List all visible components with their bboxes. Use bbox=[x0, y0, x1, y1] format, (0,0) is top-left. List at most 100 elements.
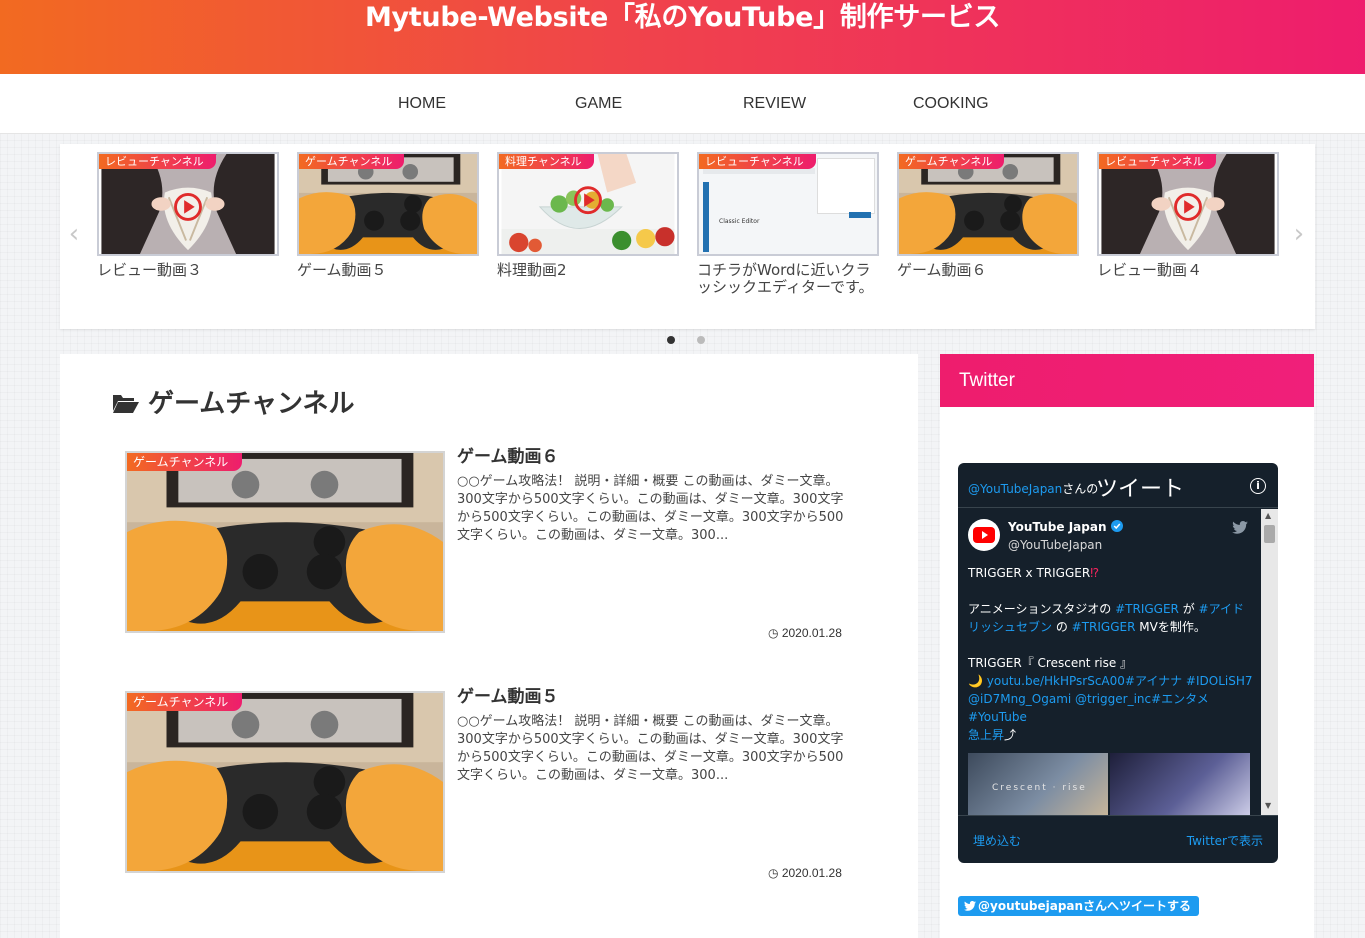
post-excerpt: ○○ゲーム攻略法！ 説明・詳細・概要 この動画は、ダミー文章。300文字から50… bbox=[457, 714, 844, 783]
slide-title[interactable]: ゲーム動画６ bbox=[897, 262, 1079, 279]
slide-thumbnail[interactable]: レビューチャンネル Classic Editor bbox=[697, 152, 879, 256]
carousel-slide[interactable]: 料理チャンネル 料理動画2 bbox=[497, 152, 679, 279]
carousel-slide[interactable]: ゲームチャンネル ゲーム動画５ bbox=[297, 152, 479, 279]
hashtag-link[interactable]: #TRIGGER bbox=[1115, 602, 1179, 616]
author-name-text[interactable]: YouTube Japan bbox=[1008, 520, 1106, 534]
category-label[interactable]: レビューチャンネル bbox=[99, 154, 216, 169]
slide-thumbnail[interactable]: ゲームチャンネル bbox=[897, 152, 1079, 256]
tweet-text: TRIGGER x TRIGGER bbox=[968, 566, 1091, 580]
category-label[interactable]: 料理チャンネル bbox=[499, 154, 594, 169]
tweet-line: アニメーションスタジオの #TRIGGER が #アイドリッシュセブン の #T… bbox=[968, 600, 1253, 636]
tweet-media-left[interactable]: Crescent · rise bbox=[968, 753, 1108, 815]
slide-thumbnail[interactable]: ゲームチャンネル bbox=[297, 152, 479, 256]
slide-title[interactable]: コチラがWordに近いクラッシックエディターです。 bbox=[697, 262, 879, 296]
tweet-links[interactable]: youtu.be/HkHPsrScA00#アイナナ #IDOLiSH7 @iD7… bbox=[968, 674, 1253, 724]
twitter-bird-icon[interactable] bbox=[1232, 521, 1248, 534]
archive-main: ゲームチャンネル ゲームチャンネル ゲーム動画６ ○○ゲーム攻略法！ 説明・詳細… bbox=[60, 354, 918, 938]
timeline-heading: ツイート bbox=[1096, 477, 1185, 502]
hashtag-link[interactable]: #TRIGGER bbox=[1072, 620, 1136, 634]
editor-panel bbox=[817, 158, 875, 214]
tweet-to-button[interactable]: @youtubejapanさんへツイートする bbox=[958, 896, 1200, 916]
nav-item-home[interactable]: HOME bbox=[398, 94, 446, 114]
slide-title[interactable]: レビュー動画４ bbox=[1097, 262, 1279, 279]
timeline-footer: 埋め込む Twitterで表示 bbox=[958, 815, 1278, 863]
tweet-media-right[interactable] bbox=[1110, 753, 1250, 815]
post-date: ◷ 2020.01.28 bbox=[768, 866, 842, 880]
slide-thumbnail[interactable]: 料理チャンネル bbox=[497, 152, 679, 256]
post-title[interactable]: ゲーム動画６ bbox=[457, 446, 559, 468]
slide-thumbnail[interactable]: レビューチャンネル bbox=[1097, 152, 1279, 256]
editor-sidebar bbox=[703, 182, 709, 252]
avatar[interactable] bbox=[968, 519, 1000, 551]
tweet-author-name[interactable]: YouTube Japan bbox=[1008, 520, 1123, 534]
slide-title[interactable]: 料理動画2 bbox=[497, 262, 679, 279]
slide-title[interactable]: レビュー動画３ bbox=[97, 262, 279, 279]
carousel-prev-icon[interactable]: ‹ bbox=[64, 221, 84, 247]
category-label[interactable]: レビューチャンネル bbox=[699, 154, 816, 169]
review-thumbnail-image bbox=[1099, 154, 1277, 254]
hashtag-link[interactable]: 急上昇 bbox=[968, 728, 1004, 742]
tweet-text: が bbox=[1178, 602, 1199, 616]
post-date-text: 2020.01.28 bbox=[781, 626, 842, 640]
twitter-bird-icon bbox=[964, 901, 976, 911]
editor-publish-button bbox=[849, 212, 871, 218]
post-thumbnail[interactable]: ゲームチャンネル bbox=[125, 691, 445, 873]
nav-item-cooking[interactable]: COOKING bbox=[913, 94, 989, 114]
carousel-dot[interactable] bbox=[697, 336, 705, 344]
tweet-text: MVを制作。 bbox=[1135, 620, 1206, 634]
embed-link[interactable]: 埋め込む bbox=[973, 832, 1021, 849]
scroll-down-icon[interactable]: ▼ bbox=[1265, 801, 1271, 810]
post-carousel: ‹ › レビューチャンネル レビュー動画３ ゲームチャンネル ゲーム動画５ 料理… bbox=[60, 144, 1315, 329]
timeline-body: YouTube Japan @YouTubeJapan TRIGGER x TR… bbox=[958, 509, 1261, 815]
tweet-text: の bbox=[1052, 620, 1072, 634]
tweet-author-handle[interactable]: @YouTubeJapan bbox=[1008, 538, 1102, 552]
main-nav: HOME GAME REVIEW COOKING bbox=[0, 74, 1365, 134]
post-date: ◷ 2020.01.28 bbox=[768, 626, 842, 640]
moon-icon: 🌙 bbox=[968, 674, 983, 688]
scrollbar-thumb[interactable] bbox=[1264, 525, 1275, 543]
game-thumbnail-image bbox=[127, 693, 443, 871]
timeline-handle[interactable]: @YouTubeJapanさんの bbox=[968, 480, 1098, 497]
category-label[interactable]: ゲームチャンネル bbox=[299, 154, 405, 169]
archive-title-text: ゲームチャンネル bbox=[148, 389, 355, 419]
post-thumbnail[interactable]: ゲームチャンネル bbox=[125, 451, 445, 633]
info-icon[interactable]: i bbox=[1250, 478, 1266, 494]
tweet-line: 🌙 youtu.be/HkHPsrScA00#アイナナ #IDOLiSH7 @i… bbox=[968, 672, 1253, 744]
category-label[interactable]: ゲームチャンネル bbox=[127, 693, 243, 711]
carousel-slide[interactable]: レビューチャンネル レビュー動画３ bbox=[97, 152, 279, 279]
game-thumbnail-image bbox=[127, 453, 443, 631]
tweet-to-label[interactable]: @youtubejapanさんへツイートする bbox=[978, 899, 1191, 913]
nav-item-game[interactable]: GAME bbox=[575, 94, 622, 114]
handle-link[interactable]: @YouTubeJapan bbox=[968, 482, 1062, 496]
twitter-timeline: @YouTubeJapanさんの ツイート i YouTube Japan @Y… bbox=[958, 463, 1278, 863]
view-on-twitter-link[interactable]: Twitterで表示 bbox=[1187, 832, 1263, 849]
slide-title[interactable]: ゲーム動画５ bbox=[297, 262, 479, 279]
scroll-up-icon[interactable]: ▲ bbox=[1265, 511, 1271, 520]
tweet-line: TRIGGER x TRIGGER⁉ bbox=[968, 564, 1099, 582]
interrobang-mark: ⁉ bbox=[1090, 566, 1099, 580]
slide-thumbnail[interactable]: レビューチャンネル bbox=[97, 152, 279, 256]
carousel-dot-active[interactable] bbox=[667, 336, 675, 344]
category-label[interactable]: レビューチャンネル bbox=[1099, 154, 1216, 169]
cooking-thumbnail-image bbox=[499, 154, 677, 254]
youtube-logo-icon bbox=[973, 527, 995, 543]
verified-badge-icon bbox=[1110, 520, 1123, 532]
nav-item-review[interactable]: REVIEW bbox=[743, 94, 806, 114]
carousel-slide[interactable]: レビューチャンネル Classic Editor コチラがWordに近いクラッシ… bbox=[697, 152, 879, 296]
sidebar: Twitter @YouTubeJapanさんの ツイート i YouTube … bbox=[940, 354, 1314, 938]
category-label[interactable]: ゲームチャンネル bbox=[899, 154, 1005, 169]
arrow-up-icon: ⤴ bbox=[1004, 728, 1017, 742]
carousel-slide[interactable]: レビューチャンネル レビュー動画４ bbox=[1097, 152, 1279, 279]
tweet-line: TRIGGER『 Crescent rise 』 bbox=[968, 656, 1133, 670]
category-label[interactable]: ゲームチャンネル bbox=[127, 453, 243, 471]
review-thumbnail-image bbox=[99, 154, 277, 254]
carousel-next-icon[interactable]: › bbox=[1289, 221, 1309, 247]
post-date-text: 2020.01.28 bbox=[781, 866, 842, 880]
timeline-header: @YouTubeJapanさんの ツイート i bbox=[958, 463, 1278, 508]
post-excerpt: ○○ゲーム攻略法！ 説明・詳細・概要 この動画は、ダミー文章。300文字から50… bbox=[457, 474, 844, 543]
site-title[interactable]: Mytube-Website「私のYouTube」制作サービス bbox=[0, 0, 1365, 36]
timeline-scrollbar[interactable]: ▲ ▼ bbox=[1261, 509, 1278, 815]
carousel-slide[interactable]: ゲームチャンネル ゲーム動画６ bbox=[897, 152, 1079, 279]
archive-title: ゲームチャンネル bbox=[112, 388, 354, 420]
post-title[interactable]: ゲーム動画５ bbox=[457, 686, 559, 708]
